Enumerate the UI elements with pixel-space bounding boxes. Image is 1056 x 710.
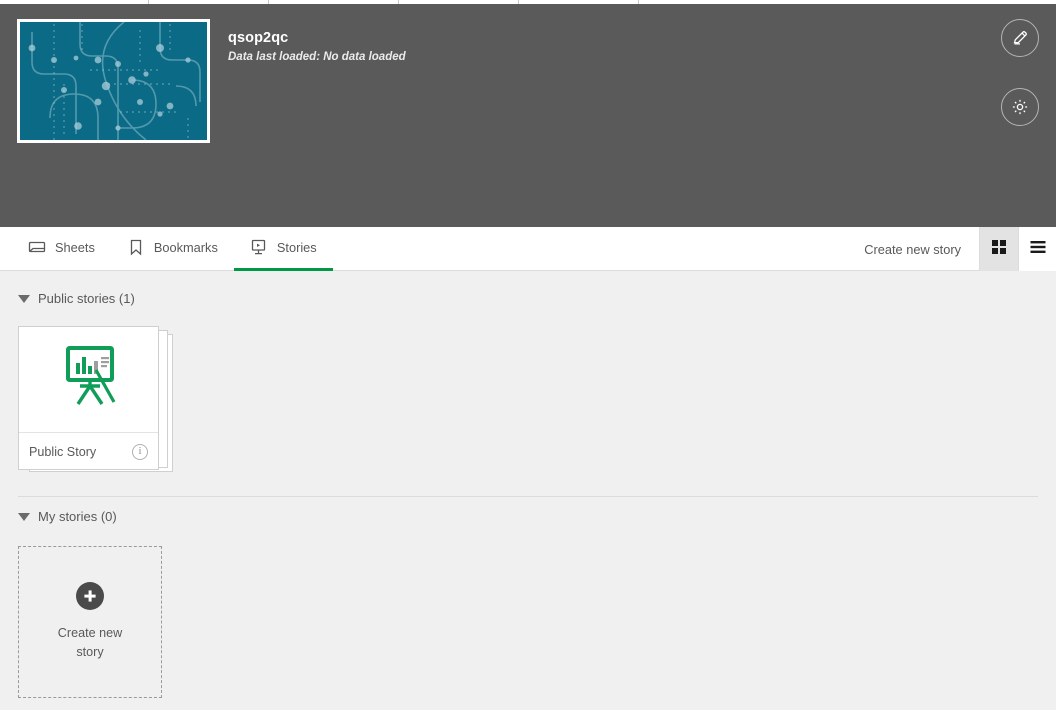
tab-sheets[interactable]: Sheets [12,227,111,271]
grid-view-button[interactable] [980,227,1018,271]
app-settings-button[interactable] [1001,88,1039,126]
section-header-my-stories[interactable]: My stories (0) [18,509,117,524]
stories-content-area: Public stories (1) Public Story i My sto… [0,271,1056,710]
chevron-down-icon [18,294,30,303]
story-card-container: Public Story i [18,326,173,474]
info-icon[interactable]: i [132,443,148,460]
create-new-story-card-label: Create new story [57,626,123,659]
story-thumbnail [19,327,158,433]
app-title: qsop2qc [228,30,289,46]
story-card-footer: Public Story i [19,433,158,470]
view-mode-toggle [979,227,1056,271]
tab-sheets-label: Sheets [55,240,95,255]
plus-circle-icon [76,582,104,610]
toolbar-actions: Create new story [864,227,1056,271]
story-play-icon [250,239,268,257]
tab-stories-label: Stories [276,240,317,255]
list-icon [1029,238,1047,261]
tab-stories[interactable]: Stories [233,227,333,271]
gear-icon [1012,99,1028,115]
story-easel-icon [56,346,122,413]
story-name: Public Story [29,444,97,459]
bookmark-icon [127,239,145,257]
section-divider [18,496,1038,497]
section-title-public-stories: Public stories (1) [38,291,135,306]
grid-icon [990,238,1008,261]
section-header-public-stories[interactable]: Public stories (1) [18,291,135,306]
app-thumbnail-circuit-pattern [17,19,210,143]
tab-bookmarks[interactable]: Bookmarks [111,227,234,271]
section-title-my-stories: My stories (0) [38,509,117,524]
qlik-app-overview: qsop2qc Data last loaded: No data loaded [0,0,1056,710]
app-overview-toolbar: Sheets Bookmarks Stories Create new stor… [0,227,1056,271]
tab-bookmarks-label: Bookmarks [153,240,218,255]
edit-app-button[interactable] [1001,19,1039,57]
create-new-story-link[interactable]: Create new story [864,242,979,257]
chevron-down-icon [18,512,30,521]
story-card-public-story[interactable]: Public Story i [18,326,159,470]
app-header: qsop2qc Data last loaded: No data loaded [0,4,1056,227]
create-new-story-card[interactable]: Create new story [18,546,162,698]
sheet-icon [28,239,46,257]
overview-tabs: Sheets Bookmarks Stories [12,227,333,271]
app-last-loaded-status: Data last loaded: No data loaded [228,51,406,63]
list-view-button[interactable] [1018,227,1056,271]
edit-icon [1013,31,1027,45]
